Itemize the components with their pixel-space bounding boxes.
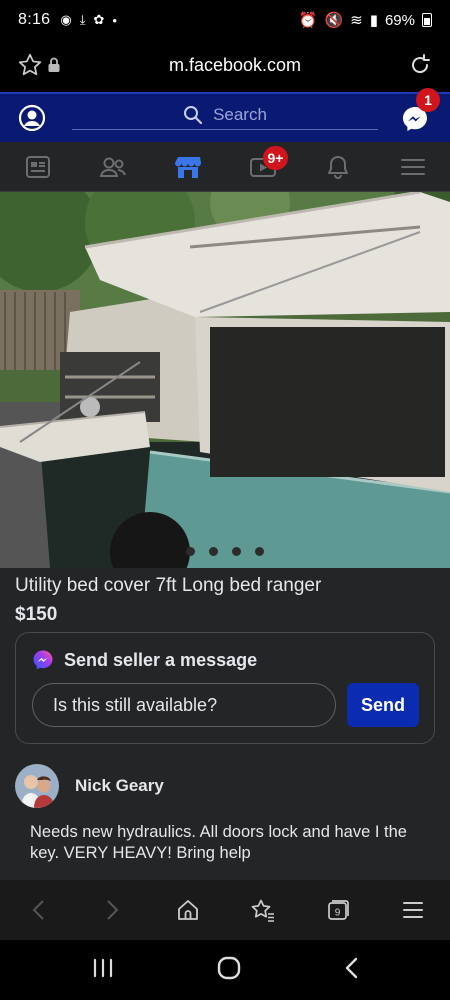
truck-cap-image xyxy=(0,192,450,568)
message-seller-box: Send seller a message Is this still avai… xyxy=(15,632,435,744)
system-home-icon[interactable] xyxy=(216,955,242,986)
back-icon[interactable] xyxy=(18,890,58,930)
listing-price: $150 xyxy=(15,604,58,625)
browser-url-bar: m.facebook.com xyxy=(0,40,450,90)
mute-icon: 🔇 xyxy=(324,12,344,29)
lock-icon[interactable] xyxy=(44,51,64,79)
app-notification-icon: ✿ xyxy=(93,12,105,27)
more-notifications-icon: • xyxy=(112,12,117,28)
notification-icons: ◉ ⤓ ✿ • xyxy=(60,12,117,28)
send-button[interactable]: Send xyxy=(347,683,419,727)
tab-friends[interactable] xyxy=(83,142,143,192)
news-feed-icon xyxy=(25,155,50,178)
photo-dot[interactable] xyxy=(209,547,218,556)
friends-icon xyxy=(99,157,126,177)
browser-bottom-nav: 9 xyxy=(0,880,450,940)
message-header: Send seller a message xyxy=(32,649,257,671)
signal-icon: ▮ xyxy=(369,12,378,29)
tab-menu[interactable] xyxy=(383,142,443,192)
watch-badge: 9+ xyxy=(262,145,289,170)
seller-name[interactable]: Nick Geary xyxy=(75,776,164,796)
tabs-icon[interactable]: 9 xyxy=(318,890,358,930)
status-bar: 8:16 ◉ ⤓ ✿ • ⏰ 🔇 ≋ ▮ 69% xyxy=(0,0,450,40)
bell-icon xyxy=(327,155,348,179)
messenger-notification-icon: ◉ xyxy=(60,12,72,27)
listing-photo[interactable] xyxy=(0,192,450,568)
bookmark-star-icon[interactable] xyxy=(16,51,44,79)
listing-description: Needs new hydraulics. All doors lock and… xyxy=(30,823,407,862)
tab-marketplace[interactable] xyxy=(158,142,218,192)
marketplace-icon xyxy=(174,156,201,178)
avatar[interactable] xyxy=(15,764,59,808)
photo-dot[interactable] xyxy=(232,547,241,556)
listing-details: Utility bed cover 7ft Long bed ranger $1… xyxy=(0,568,450,880)
messenger-icon[interactable]: 1 xyxy=(400,88,440,134)
photo-dot[interactable] xyxy=(255,547,264,556)
seller-info[interactable]: Nick Geary xyxy=(15,764,164,808)
messenger-badge: 1 xyxy=(416,88,440,112)
search-icon xyxy=(184,105,203,124)
tab-news-feed[interactable] xyxy=(8,142,68,192)
tabs-count: 9 xyxy=(334,908,340,919)
tab-watch[interactable]: 9+ xyxy=(233,142,293,192)
system-back-icon[interactable] xyxy=(343,956,359,985)
reload-icon[interactable] xyxy=(406,51,434,79)
profile-icon[interactable] xyxy=(18,104,46,132)
listing-title: Utility bed cover 7ft Long bed ranger xyxy=(15,575,322,596)
browser-menu-icon[interactable] xyxy=(393,890,433,930)
forward-icon[interactable] xyxy=(93,890,133,930)
home-icon[interactable] xyxy=(168,890,208,930)
bookmarks-icon[interactable] xyxy=(243,890,283,930)
battery-percent: 69% xyxy=(384,11,415,29)
system-nav-bar xyxy=(0,940,450,1000)
messenger-icon xyxy=(33,650,53,670)
photo-pagination-dots xyxy=(0,547,450,556)
url-text[interactable]: m.facebook.com xyxy=(64,55,406,76)
search-placeholder: Search xyxy=(213,104,267,124)
photo-dot[interactable] xyxy=(186,547,195,556)
status-right: ⏰ 🔇 ≋ ▮ 69% xyxy=(299,11,432,29)
battery-icon xyxy=(422,13,432,27)
recent-apps-icon[interactable] xyxy=(91,957,115,984)
tab-notifications[interactable] xyxy=(308,142,368,192)
status-time: 8:16 xyxy=(18,11,51,28)
message-header-text: Send seller a message xyxy=(64,649,258,670)
download-icon: ⤓ xyxy=(79,12,86,27)
search-bar[interactable]: Search xyxy=(72,100,378,130)
alarm-icon: ⏰ xyxy=(298,12,318,29)
message-input[interactable]: Is this still available? xyxy=(32,683,336,727)
menu-icon xyxy=(400,158,425,175)
wifi-icon: ≋ xyxy=(350,12,363,29)
facebook-nav-tabs: 9+ xyxy=(0,142,450,192)
facebook-header: Search 1 xyxy=(0,88,450,142)
